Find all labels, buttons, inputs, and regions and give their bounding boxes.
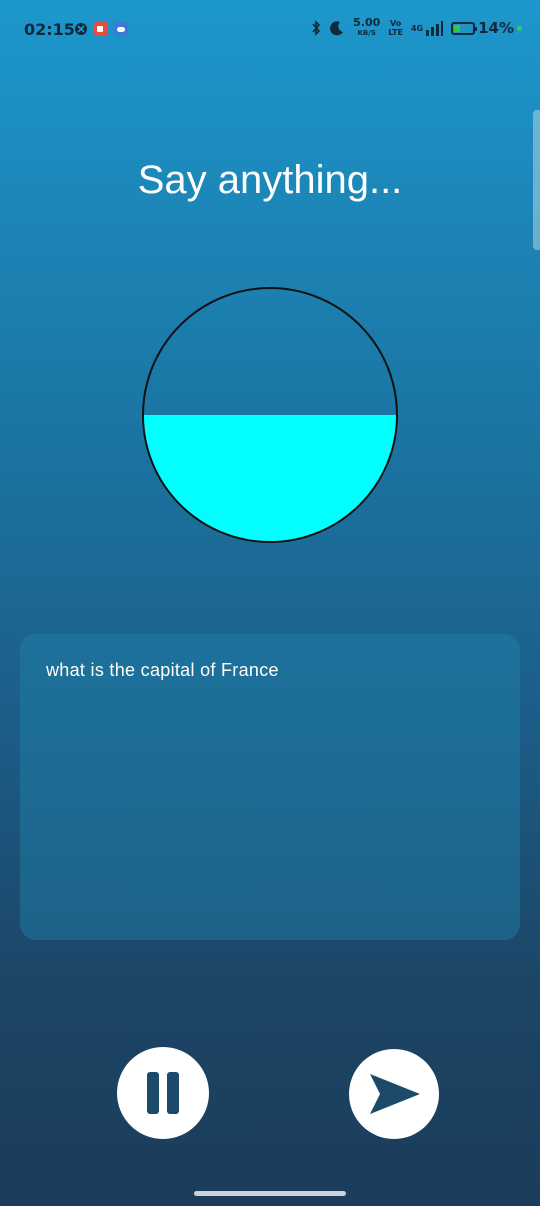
voice-level-fill [144,415,396,541]
notification-icons [74,22,128,36]
status-time: 02:15 [24,20,75,39]
moon-icon [330,21,344,36]
signal-icon [426,21,444,36]
status-right-group: 5.00 KB/S Vo LTE 4G 14% [311,16,522,38]
status-bar: 02:15 5.00 KB/S Vo LTE 4G 14% [0,0,540,62]
xbox-icon [75,23,87,35]
cloud-icon [114,22,128,36]
transcript-text: what is the capital of France [46,660,279,680]
volte-indicator: Vo LTE [388,19,403,37]
send-button[interactable] [349,1049,439,1139]
network-type: 4G [410,23,424,33]
battery-charging-icon [451,21,478,35]
send-icon [370,1074,420,1114]
home-indicator[interactable] [194,1191,346,1196]
network-speed: 5.00 KB/S [353,16,381,37]
battery: 14% [451,19,522,37]
transcript-card: what is the capital of France [20,634,520,940]
pause-button[interactable] [117,1047,209,1139]
prompt-title: Say anything... [137,158,403,202]
privacy-dot [517,25,522,31]
battery-percent: 14% [478,19,514,37]
screen-record-icon [94,22,108,36]
pause-icon [147,1072,179,1114]
bluetooth-icon [312,20,321,36]
voice-level-indicator [142,287,398,543]
